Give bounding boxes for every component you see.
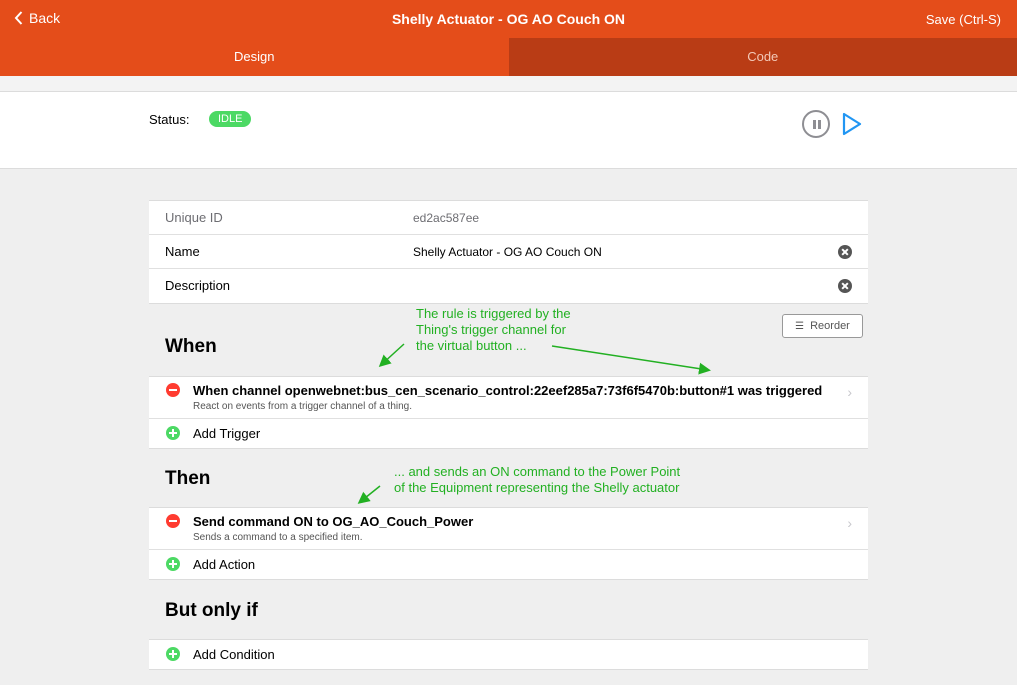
annotation-line: of the Equipment representing the Shelly… <box>394 480 680 495</box>
action-subtitle: Sends a command to a specified item. <box>193 532 363 543</box>
reorder-label: Reorder <box>810 320 850 332</box>
reorder-icon: ☰ <box>795 320 805 332</box>
uid-label: Unique ID <box>165 210 223 225</box>
add-trigger-label: Add Trigger <box>193 426 261 441</box>
add-icon <box>166 557 180 571</box>
annotation-action: ... and sends an ON command to the Power… <box>394 464 680 496</box>
tab-bar: Design Code <box>0 38 1017 76</box>
page-title: Shelly Actuator - OG AO Couch ON <box>391 11 626 27</box>
arrow-line <box>357 485 381 504</box>
trigger-item[interactable]: When channel openwebnet:bus_cen_scenario… <box>149 377 868 419</box>
add-condition-button[interactable]: Add Condition <box>149 640 868 669</box>
name-label: Name <box>165 244 200 259</box>
uid-value: ed2ac587ee <box>413 211 480 225</box>
when-heading: When <box>165 336 217 357</box>
status-label: Status: <box>149 112 190 127</box>
condition-heading: But only if <box>165 600 258 621</box>
clear-name-icon[interactable] <box>838 245 852 259</box>
clear-description-icon[interactable] <box>838 279 852 293</box>
action-list: Send command ON to OG_AO_Couch_Power Sen… <box>149 507 868 580</box>
annotation-line: the virtual button ... <box>416 338 527 353</box>
trigger-list: When channel openwebnet:bus_cen_scenario… <box>149 376 868 449</box>
pause-button[interactable] <box>802 110 830 138</box>
add-condition-label: Add Condition <box>193 647 275 662</box>
add-icon <box>166 426 180 440</box>
uid-row: Unique ID ed2ac587ee <box>149 201 868 235</box>
name-field[interactable]: Shelly Actuator - OG AO Couch ON <box>413 245 602 259</box>
annotation-line: The rule is triggered by the <box>416 306 571 321</box>
chevron-right-icon: › <box>847 515 852 531</box>
reorder-button[interactable]: ☰ Reorder <box>782 314 863 338</box>
arrow-line <box>378 343 405 368</box>
annotation-line: ... and sends an ON command to the Power… <box>394 464 681 479</box>
chevron-right-icon: › <box>847 384 852 400</box>
annotation-line: Thing's trigger channel for <box>416 322 566 337</box>
rule-info-list: Unique ID ed2ac587ee Name Shelly Actuato… <box>149 200 868 304</box>
then-heading: Then <box>165 468 211 489</box>
action-item[interactable]: Send command ON to OG_AO_Couch_Power Sen… <box>149 508 868 550</box>
description-label: Description <box>165 278 231 293</box>
tab-code[interactable]: Code <box>508 38 1017 76</box>
description-row[interactable]: Description <box>149 269 868 303</box>
status-badge: IDLE <box>209 111 252 127</box>
add-action-label: Add Action <box>193 557 256 572</box>
action-title: Send command ON to OG_AO_Couch_Power <box>193 514 474 529</box>
condition-list: Add Condition <box>149 639 868 670</box>
annotation-trigger: The rule is triggered by the Thing's tri… <box>416 306 571 354</box>
add-icon <box>166 647 180 661</box>
play-icon[interactable] <box>841 111 863 137</box>
toolbar-strip <box>0 76 1017 92</box>
remove-icon[interactable] <box>166 514 180 528</box>
add-trigger-button[interactable]: Add Trigger <box>149 419 868 448</box>
remove-icon[interactable] <box>166 383 180 397</box>
navbar: Back Shelly Actuator - OG AO Couch ON Sa… <box>0 0 1017 38</box>
arrow-line <box>551 345 711 375</box>
tab-design[interactable]: Design <box>0 38 509 76</box>
save-button[interactable]: Save (Ctrl-S) <box>926 12 1001 27</box>
status-panel: Status: IDLE <box>0 92 1017 169</box>
add-action-button[interactable]: Add Action <box>149 550 868 579</box>
trigger-title: When channel openwebnet:bus_cen_scenario… <box>193 383 823 398</box>
trigger-subtitle: React on events from a trigger channel o… <box>193 401 413 412</box>
name-row[interactable]: Name Shelly Actuator - OG AO Couch ON <box>149 235 868 269</box>
